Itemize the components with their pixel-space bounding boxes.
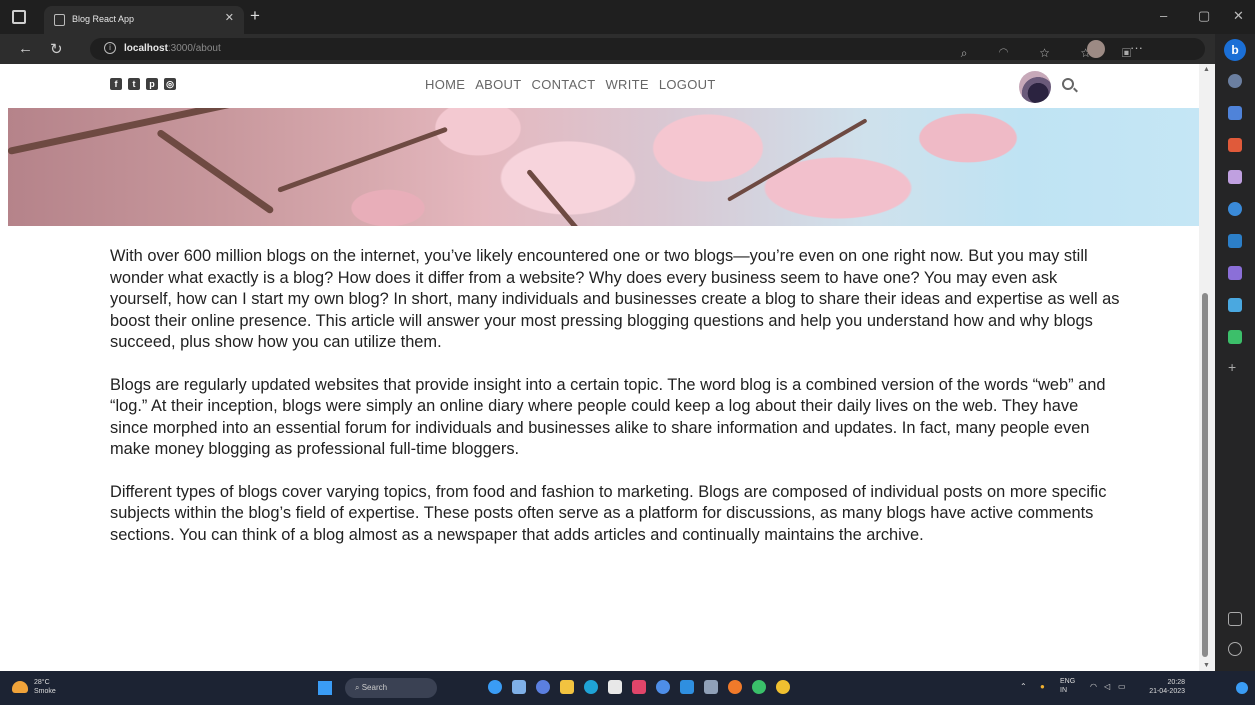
weather-temp: 28°C	[34, 679, 50, 686]
browser-tabstrip: Blog React App ✕ + – ▢ ✕	[0, 0, 1255, 34]
sidebar-designer-icon[interactable]	[1228, 266, 1242, 280]
sidebar-settings-icon[interactable]	[1228, 642, 1242, 656]
tab-close-icon[interactable]: ✕	[225, 11, 234, 24]
folder-icon[interactable]	[560, 680, 574, 694]
wifi-icon[interactable]: ◠	[1090, 682, 1097, 691]
tray-app-icon[interactable]: ●	[1040, 682, 1045, 691]
branch-shape	[526, 168, 608, 226]
menu-home[interactable]: HOME	[425, 77, 465, 92]
sidebar-drop-icon[interactable]	[1228, 330, 1242, 344]
start-icon[interactable]	[318, 681, 332, 695]
windows-taskbar: 28°C Smoke ⌕ Search ⌃ ● ENG IN ◠ ◁ ▭ 20:…	[0, 671, 1255, 705]
article-paragraph: Different types of blogs cover varying t…	[110, 482, 1107, 544]
minimize-icon[interactable]: –	[1160, 8, 1167, 23]
sidebar-layout-icon[interactable]	[1228, 612, 1242, 626]
maximize-icon[interactable]: ▢	[1198, 8, 1210, 24]
volume-icon[interactable]: ◁	[1104, 682, 1110, 691]
address-bar[interactable]: i localhost:3000/about ⌕ ◠ ☆ ☆ ▣	[90, 38, 1205, 60]
app-icon[interactable]	[632, 680, 646, 694]
weather-icon[interactable]	[12, 681, 28, 693]
language-indicator[interactable]: ENG IN	[1060, 677, 1075, 695]
branch-shape	[727, 118, 868, 202]
app-icon[interactable]	[512, 680, 526, 694]
sidebar-search-icon[interactable]	[1228, 74, 1242, 88]
menu-about[interactable]: ABOUT	[475, 77, 521, 92]
site-info-icon[interactable]: i	[104, 42, 116, 54]
sidebar-add-icon[interactable]: +	[1228, 360, 1242, 374]
app-icon[interactable]	[608, 680, 622, 694]
search-icon[interactable]	[1062, 78, 1074, 90]
menu-write[interactable]: WRITE	[605, 77, 648, 92]
user-avatar[interactable]	[1019, 71, 1051, 103]
header-banner-image	[8, 108, 1199, 226]
profile-avatar-icon[interactable]	[1087, 40, 1105, 58]
app-icon[interactable]	[704, 680, 718, 694]
page-viewport: f t p ◎ HOME ABOUT CONTACT WRITE LOGOUT …	[0, 64, 1215, 671]
bing-chat-icon[interactable]: b	[1224, 39, 1246, 61]
site-header: f t p ◎ HOME ABOUT CONTACT WRITE LOGOUT	[0, 64, 1199, 108]
facebook-icon[interactable]: f	[110, 78, 122, 90]
sidebar-tools-icon[interactable]	[1228, 170, 1242, 184]
lang-top: ENG	[1060, 678, 1076, 685]
main-menu: HOME ABOUT CONTACT WRITE LOGOUT	[425, 77, 716, 92]
branch-shape	[155, 128, 275, 215]
weather-widget[interactable]: 28°C Smoke	[34, 678, 56, 696]
article-paragraph: With over 600 million blogs on the inter…	[110, 247, 1120, 351]
chrome-icon[interactable]	[776, 680, 790, 694]
app-icon[interactable]	[536, 680, 550, 694]
sidebar-tag-icon[interactable]	[1228, 106, 1242, 120]
branch-shape	[277, 126, 448, 193]
clock-date: 21-04-2023	[1149, 688, 1185, 695]
taskbar-clock[interactable]: 20:28 21-04-2023	[1140, 678, 1185, 696]
back-icon[interactable]: ←	[18, 40, 33, 57]
sidebar-telegram-icon[interactable]	[1228, 298, 1242, 312]
scroll-down-arrow-icon[interactable]: ▼	[1203, 662, 1210, 669]
taskbar-search-label: Search	[361, 683, 388, 692]
edge-sidebar: b +	[1215, 34, 1255, 671]
browser-tab[interactable]: Blog React App ✕	[44, 6, 244, 34]
window-menu-icon[interactable]	[12, 10, 26, 24]
page-favicon-icon	[54, 14, 65, 26]
url-host: localhost	[124, 43, 168, 54]
edge-icon[interactable]	[584, 680, 598, 694]
twitter-icon[interactable]: t	[128, 78, 140, 90]
instagram-icon[interactable]: ◎	[164, 78, 176, 90]
whatsapp-icon[interactable]	[752, 680, 766, 694]
social-links: f t p ◎	[110, 78, 176, 90]
weather-desc: Smoke	[34, 688, 56, 695]
vscode-icon[interactable]	[680, 680, 694, 694]
battery-icon[interactable]: ▭	[1118, 682, 1126, 691]
tray-chevron-icon[interactable]: ⌃	[1020, 682, 1027, 691]
close-window-icon[interactable]: ✕	[1233, 8, 1244, 24]
tab-title: Blog React App	[72, 14, 135, 24]
clock-time: 20:28	[1167, 679, 1185, 686]
toolbar-icons[interactable]: ⌕ ◠ ☆ ☆ ▣	[961, 46, 1145, 61]
sidebar-office-icon[interactable]	[1228, 234, 1242, 248]
sidebar-games-icon[interactable]	[1228, 202, 1242, 216]
chrome-icon[interactable]	[656, 680, 670, 694]
refresh-icon[interactable]: ↻	[50, 40, 63, 58]
more-options-icon[interactable]: ···	[1130, 40, 1143, 55]
app-icon[interactable]	[728, 680, 742, 694]
scroll-up-arrow-icon[interactable]: ▲	[1203, 66, 1210, 73]
pinterest-icon[interactable]: p	[146, 78, 158, 90]
address-toolbar: ← ↻ i localhost:3000/about ⌕ ◠ ☆ ☆ ▣ ···	[0, 34, 1255, 64]
menu-logout[interactable]: LOGOUT	[659, 77, 716, 92]
article-body: With over 600 million blogs on the inter…	[110, 246, 1120, 567]
page-scrollbar[interactable]: ▲ ▼	[1199, 64, 1215, 671]
lang-bottom: IN	[1060, 687, 1067, 694]
new-tab-icon[interactable]: +	[250, 6, 260, 26]
url-text: localhost:3000/about	[124, 43, 221, 54]
url-path: :3000/about	[167, 43, 221, 54]
branch-shape	[8, 108, 264, 155]
app-icon[interactable]	[488, 680, 502, 694]
menu-contact[interactable]: CONTACT	[532, 77, 596, 92]
scrollbar-thumb[interactable]	[1202, 293, 1208, 657]
article-paragraph: Blogs are regularly updated websites tha…	[110, 375, 1106, 459]
taskbar-search[interactable]: ⌕ Search	[345, 678, 437, 698]
notification-icon[interactable]	[1236, 682, 1248, 694]
sidebar-shopping-icon[interactable]	[1228, 138, 1242, 152]
